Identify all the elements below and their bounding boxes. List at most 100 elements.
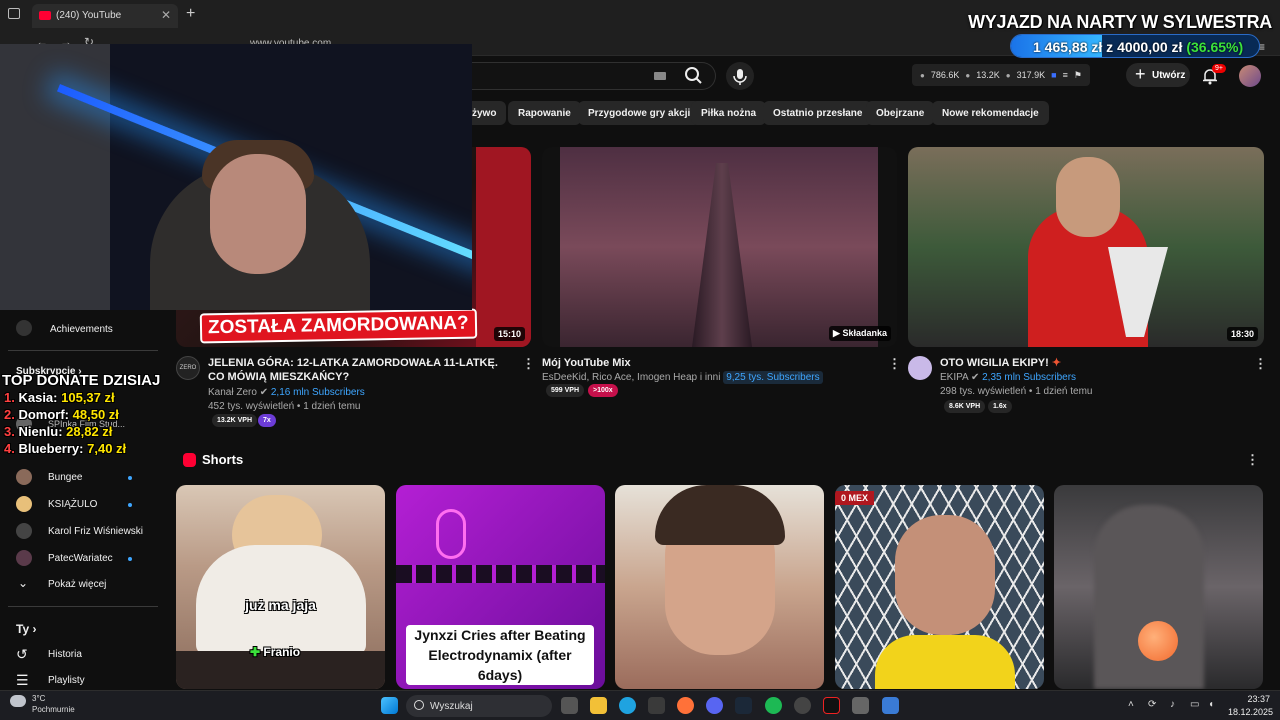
tray-expand-icon[interactable]: ˄ xyxy=(1128,699,1134,710)
short-card-3[interactable] xyxy=(615,485,824,689)
views-icon: ● xyxy=(920,70,925,80)
search-button[interactable] xyxy=(680,62,708,90)
chip-new-recommendations[interactable]: Nowe rekomendacje xyxy=(932,101,1049,125)
video-meta-3: 298 tys. wyświetleń • 1 dzień temu xyxy=(940,386,1093,397)
video-channel-2[interactable]: EsDeeKid, Rico Ace, Imogen Heap i inni 9… xyxy=(542,371,823,384)
vph-badge: 599 VPH xyxy=(546,384,585,397)
channel-subs: 2,35 mln Subscribers xyxy=(982,372,1077,383)
tiktok-icon[interactable] xyxy=(823,697,840,714)
settings-icon[interactable] xyxy=(852,697,869,714)
video-thumbnail-2[interactable]: ▶ Składanka xyxy=(542,147,897,347)
short-card-4[interactable]: 0 MEX xyxy=(835,485,1044,689)
taskbar-clock[interactable]: 23:37 18.12.2025 xyxy=(1228,693,1274,719)
more-options-icon[interactable]: ⋮ xyxy=(522,356,535,372)
sidebar-item-bungee[interactable]: Bungee xyxy=(0,465,160,491)
window-icon[interactable] xyxy=(8,8,20,19)
tray-volume-icon[interactable]: ◖ xyxy=(1208,699,1214,710)
cloud-icon xyxy=(10,695,26,707)
video-meta-1: 452 tys. wyświetleń • 1 dzień temu xyxy=(208,401,361,412)
video-title-3[interactable]: OTO WIGILIA EKIPY! ✦ xyxy=(940,356,1220,370)
channel-avatar-ekipa[interactable] xyxy=(908,356,932,380)
steam-icon[interactable] xyxy=(735,697,752,714)
create-button[interactable]: + Utwórz xyxy=(1126,63,1190,87)
short-card-5[interactable] xyxy=(1054,485,1263,689)
thumbnail-overlay-text: ZOSTAŁA ZAMORDOWANA? xyxy=(199,308,477,344)
edge-icon[interactable] xyxy=(619,697,636,714)
video-title-2[interactable]: Mój YouTube Mix xyxy=(542,356,842,370)
extension-stats[interactable]: ● 786.6K ● 13.2K ● 317.9K ■ ≡ ⚑ xyxy=(912,64,1090,86)
tray-sync-icon[interactable]: ⟳ xyxy=(1148,699,1156,710)
show-more-button[interactable]: ⌄ Pokaż więcej xyxy=(0,572,160,598)
multiplier-badge: >100x xyxy=(588,384,618,397)
channel-avatar xyxy=(16,550,32,566)
goal-progress-bar: 1 465,88 zł z 4000,00 zł (36.65%) xyxy=(1010,34,1260,58)
youtube-favicon-icon xyxy=(39,11,51,20)
video-channel-3[interactable]: EKIPA ✔ 2,35 mln Subscribers xyxy=(940,372,1076,383)
sidebar-item-achievements[interactable]: Achievements xyxy=(0,316,160,342)
obs-icon[interactable] xyxy=(794,697,811,714)
notification-badge: 9+ xyxy=(1212,64,1226,73)
clock-time: 23:37 xyxy=(1247,694,1270,704)
tray-network-icon[interactable]: ▭ xyxy=(1190,699,1199,710)
shorts-icon xyxy=(183,453,196,467)
eye-icon: ● xyxy=(1005,70,1011,80)
chip-watched[interactable]: Obejrzane xyxy=(866,101,935,125)
browser-tab[interactable]: (240) YouTube ✕ xyxy=(32,4,178,28)
taskbar-search[interactable]: Wyszukaj xyxy=(406,695,552,717)
extension-icon[interactable]: ■ xyxy=(1051,70,1056,80)
short-card-2[interactable]: Jynxzi Cries after Beating Electrodynami… xyxy=(396,485,605,689)
sidebar-item-label: Historia xyxy=(48,649,82,660)
start-icon[interactable] xyxy=(381,697,398,714)
sidebar-item-label: KSIĄŻULO xyxy=(48,499,98,510)
trophy-icon[interactable]: ⚑ xyxy=(1074,70,1082,81)
discord-icon[interactable] xyxy=(706,697,723,714)
short-card-1[interactable]: już ma jaja ✚ Franio xyxy=(176,485,385,689)
video-title-1[interactable]: JELENIA GÓRA: 12-LATKA ZAMORDOWAŁA 11-LA… xyxy=(208,356,498,384)
chip-adventure-games[interactable]: Przygodowe gry akcji xyxy=(578,101,701,125)
app-icon[interactable] xyxy=(882,697,899,714)
search-icon xyxy=(414,700,424,710)
task-view-icon[interactable] xyxy=(561,697,578,714)
tray-mic-icon[interactable]: ♪ xyxy=(1170,699,1175,710)
stat-watch: 317.9K xyxy=(1016,70,1046,80)
firefox-icon[interactable] xyxy=(677,697,694,714)
channel-avatar-kanal-zero[interactable]: ZERO xyxy=(176,356,200,380)
video-channel-1[interactable]: Kanał Zero ✔ 2,16 mln Subscribers xyxy=(208,387,365,398)
webcam-wall xyxy=(0,44,110,310)
video-thumbnail-3[interactable]: 18:30 xyxy=(908,147,1264,347)
sidebar-item-karol-friz[interactable]: Karol Friz Wiśniewski xyxy=(0,519,160,545)
flag-icon: ✦ xyxy=(1051,357,1062,369)
clock-date: 18.12.2025 xyxy=(1228,707,1274,717)
show-more-label: Pokaż więcej xyxy=(48,579,107,590)
sidebar-item-label: Karol Friz Wiśniewski xyxy=(48,526,144,537)
you-heading[interactable]: Ty › xyxy=(16,622,36,636)
sidebar-item-history[interactable]: ↺ Historia xyxy=(0,642,160,668)
sidebar-item-label: Playlisty xyxy=(48,675,85,686)
goal-title: WYJAZD NA NARTY W SYLWESTRA xyxy=(968,12,1272,32)
peach-icon xyxy=(1138,621,1178,661)
spotify-icon[interactable] xyxy=(765,697,782,714)
microphone-icon xyxy=(733,69,747,85)
chip-recently-uploaded[interactable]: Ostatnio przesłane xyxy=(763,101,873,125)
keyboard-icon[interactable] xyxy=(654,72,666,80)
weather-widget[interactable]: 3°C Pochmurnie xyxy=(10,693,75,715)
channel-avatar xyxy=(16,523,32,539)
store-icon[interactable] xyxy=(648,697,665,714)
channel-subs: 9,25 tys. Subscribers xyxy=(723,371,823,384)
more-options-icon[interactable]: ⋮ xyxy=(1254,356,1267,372)
more-options-icon[interactable]: ⋮ xyxy=(1246,452,1259,468)
new-tab-icon[interactable]: + xyxy=(186,5,195,23)
account-avatar[interactable] xyxy=(1239,65,1261,87)
plus-icon: + xyxy=(1135,64,1146,84)
chip-rap[interactable]: Rapowanie xyxy=(508,101,581,125)
chip-football[interactable]: Piłka nożna xyxy=(691,101,767,125)
more-options-icon[interactable]: ⋮ xyxy=(888,356,901,372)
search-icon xyxy=(685,67,702,84)
list-icon[interactable]: ≡ xyxy=(1063,70,1068,80)
file-explorer-icon[interactable] xyxy=(590,697,607,714)
voice-search-button[interactable] xyxy=(726,62,754,90)
sidebar-item-ksiazulo[interactable]: KSIĄŻULO xyxy=(0,492,160,518)
sidebar-item-patecwariatec[interactable]: PatecWariatec xyxy=(0,546,160,572)
close-tab-icon[interactable]: ✕ xyxy=(161,8,171,22)
notifications-button[interactable]: 9+ xyxy=(1200,64,1226,86)
